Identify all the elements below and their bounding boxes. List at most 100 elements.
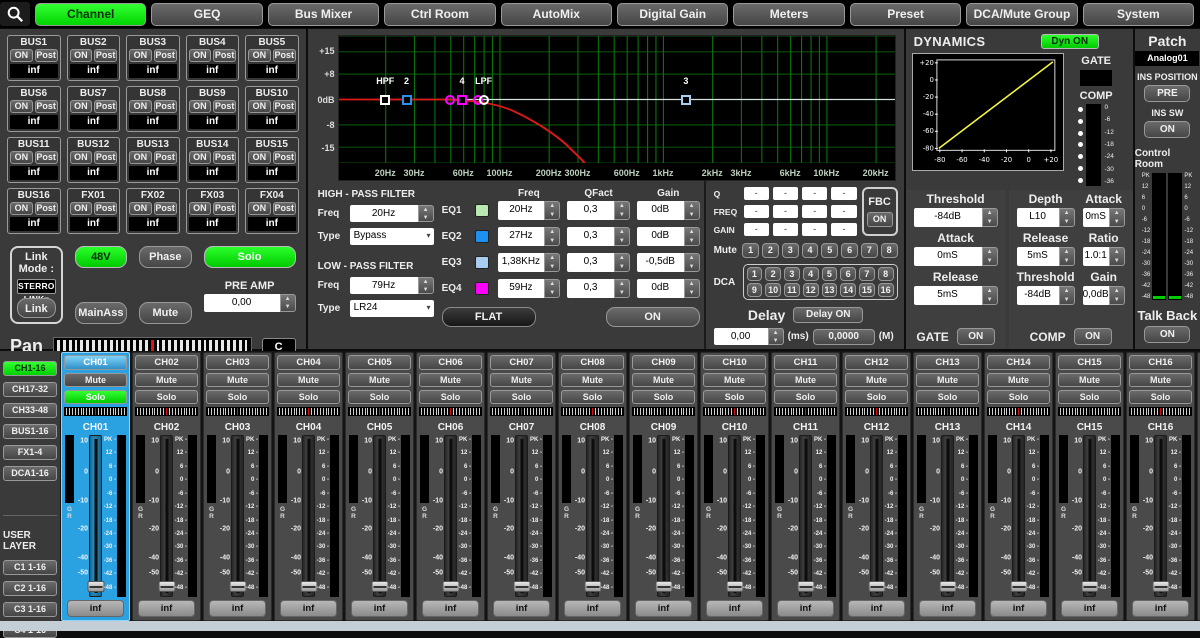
fbc-q-field[interactable]: - <box>831 187 856 200</box>
dca-button-6[interactable]: 6 <box>840 267 856 281</box>
bus-on-button[interactable]: ON <box>70 100 93 113</box>
dca-button-12[interactable]: 12 <box>803 283 819 297</box>
bus-post-button[interactable]: Post <box>213 100 236 113</box>
tab-system[interactable]: System <box>1083 3 1194 26</box>
gate-release-field-spinner[interactable]: ▲▼ <box>982 286 998 305</box>
tab-digital-gain[interactable]: Digital Gain <box>617 3 728 26</box>
strip-select-ch10[interactable]: CH10 <box>703 355 766 370</box>
patch-value[interactable]: Analog01 <box>1135 51 1199 66</box>
strip-solo-button[interactable]: Solo <box>987 390 1050 404</box>
fader-value-button[interactable]: inf <box>919 600 976 617</box>
fader-value-button[interactable]: inf <box>67 600 124 617</box>
strip-pan-slider[interactable] <box>703 407 766 416</box>
bus-on-button[interactable]: ON <box>189 49 212 62</box>
main-assign-button[interactable]: MainAss <box>75 302 127 324</box>
lpf-freq-field[interactable]: 79Hz <box>350 277 418 294</box>
fader[interactable] <box>373 435 386 597</box>
fbc-on-button[interactable]: ON <box>867 212 893 227</box>
tab-bus-mixer[interactable]: Bus Mixer <box>268 3 379 26</box>
bus-on-button[interactable]: ON <box>189 202 212 215</box>
bus-post-button[interactable]: Post <box>94 49 117 62</box>
fader[interactable] <box>160 435 173 597</box>
bus-on-button[interactable]: ON <box>70 202 93 215</box>
hpf-freq-field[interactable]: 20Hz <box>350 205 418 222</box>
strip-select-ch03[interactable]: CH03 <box>206 355 269 370</box>
gate-attack-field-spinner[interactable]: ▲▼ <box>982 247 998 266</box>
strip-select-ch01[interactable]: CH01 <box>64 355 127 370</box>
strip-select-ch07[interactable]: CH07 <box>490 355 553 370</box>
strip-select-ch09[interactable]: CH09 <box>632 355 695 370</box>
bus-on-button[interactable]: ON <box>129 202 152 215</box>
fader-value-button[interactable]: inf <box>848 600 905 617</box>
bus-post-button[interactable]: Post <box>213 49 236 62</box>
strip-mute-button[interactable]: Mute <box>1129 373 1192 387</box>
tab-meters[interactable]: Meters <box>733 3 844 26</box>
link-button[interactable]: Link <box>17 298 56 318</box>
fader[interactable] <box>870 435 883 597</box>
strip-pan-slider[interactable] <box>845 407 908 416</box>
bus-on-button[interactable]: ON <box>70 151 93 164</box>
strip-pan-slider[interactable] <box>135 407 198 416</box>
fader-value-button[interactable]: inf <box>990 600 1047 617</box>
bus-on-button[interactable]: ON <box>248 49 271 62</box>
bus-on-button[interactable]: ON <box>129 100 152 113</box>
bus-post-button[interactable]: Post <box>35 202 58 215</box>
strip-mute-button[interactable]: Mute <box>632 373 695 387</box>
bus-post-button[interactable]: Post <box>94 202 117 215</box>
fader-value-button[interactable]: inf <box>706 600 763 617</box>
ins-sw-on-button[interactable]: ON <box>1144 121 1190 138</box>
bus-on-button[interactable]: ON <box>70 49 93 62</box>
mute-group-button-6[interactable]: 6 <box>841 243 858 258</box>
delay-on-button[interactable]: Delay ON <box>793 307 863 323</box>
fader[interactable] <box>1012 435 1025 597</box>
bus-post-button[interactable]: Post <box>154 151 177 164</box>
fader[interactable] <box>728 435 741 597</box>
strip-select-ch16[interactable]: CH16 <box>1129 355 1192 370</box>
bus-on-button[interactable]: ON <box>10 202 33 215</box>
eq-band-q-field[interactable]: 0,3 <box>567 279 614 298</box>
eq-band-freq-field[interactable]: 1,38KHz <box>498 253 545 272</box>
eq-band-q-field[interactable]: 0,3 <box>567 201 614 220</box>
layer-button-ch17-32[interactable]: CH17-32 <box>3 382 57 397</box>
strip-select-ch06[interactable]: CH06 <box>419 355 482 370</box>
fader-value-button[interactable]: inf <box>777 600 834 617</box>
fader[interactable] <box>302 435 315 597</box>
eq-band-freq-field[interactable]: 27Hz <box>498 227 545 246</box>
bus-post-button[interactable]: Post <box>94 100 117 113</box>
fbc-gain-field[interactable]: - <box>831 223 856 236</box>
eq-marker[interactable] <box>445 95 455 105</box>
layer-button-bus1-16[interactable]: BUS1-16 <box>3 424 57 439</box>
bus-on-button[interactable]: ON <box>189 100 212 113</box>
strip-solo-button[interactable]: Solo <box>348 390 411 404</box>
mute-button[interactable]: Mute <box>139 302 191 324</box>
eq-band-freq-field-spinner[interactable]: ▲▼ <box>544 227 560 246</box>
strip-mute-button[interactable]: Mute <box>490 373 553 387</box>
strip-solo-button[interactable]: Solo <box>561 390 624 404</box>
layer-button-ch33-48[interactable]: CH33-48 <box>3 403 57 418</box>
strip-mute-button[interactable]: Mute <box>916 373 979 387</box>
bus-post-button[interactable]: Post <box>213 151 236 164</box>
layer-button-dca1-16[interactable]: DCA1-16 <box>3 466 57 481</box>
eq-band-gain-field-spinner[interactable]: ▲▼ <box>684 201 700 220</box>
strip-solo-button[interactable]: Solo <box>206 390 269 404</box>
gate-threshold-field-spinner[interactable]: ▲▼ <box>982 208 998 227</box>
bus-post-button[interactable]: Post <box>35 100 58 113</box>
phantom-48v-button[interactable]: 48V <box>75 246 127 268</box>
comp-on-button[interactable]: ON <box>1074 328 1112 345</box>
strip-pan-slider[interactable] <box>277 407 340 416</box>
tab-geq[interactable]: GEQ <box>151 3 262 26</box>
hpf-type-dropdown[interactable]: Bypass <box>350 228 434 245</box>
comp-gain-field-spinner[interactable]: ▲▼ <box>1109 286 1125 305</box>
fbc-gain-field[interactable]: - <box>802 223 827 236</box>
dca-button-11[interactable]: 11 <box>784 283 800 297</box>
eq-band-gain-field[interactable]: 0dB <box>637 201 684 220</box>
comp-release-field[interactable]: 5mS <box>1017 247 1059 266</box>
strip-select-ch13[interactable]: CH13 <box>916 355 979 370</box>
fader-value-button[interactable]: inf <box>422 600 479 617</box>
strip-select-ch15[interactable]: CH15 <box>1058 355 1121 370</box>
comp-attack-field-spinner[interactable]: ▲▼ <box>1109 208 1125 227</box>
strip-pan-slider[interactable] <box>916 407 979 416</box>
fader-value-button[interactable]: inf <box>280 600 337 617</box>
strip-mute-button[interactable]: Mute <box>135 373 198 387</box>
ins-position-button[interactable]: PRE <box>1144 85 1190 102</box>
